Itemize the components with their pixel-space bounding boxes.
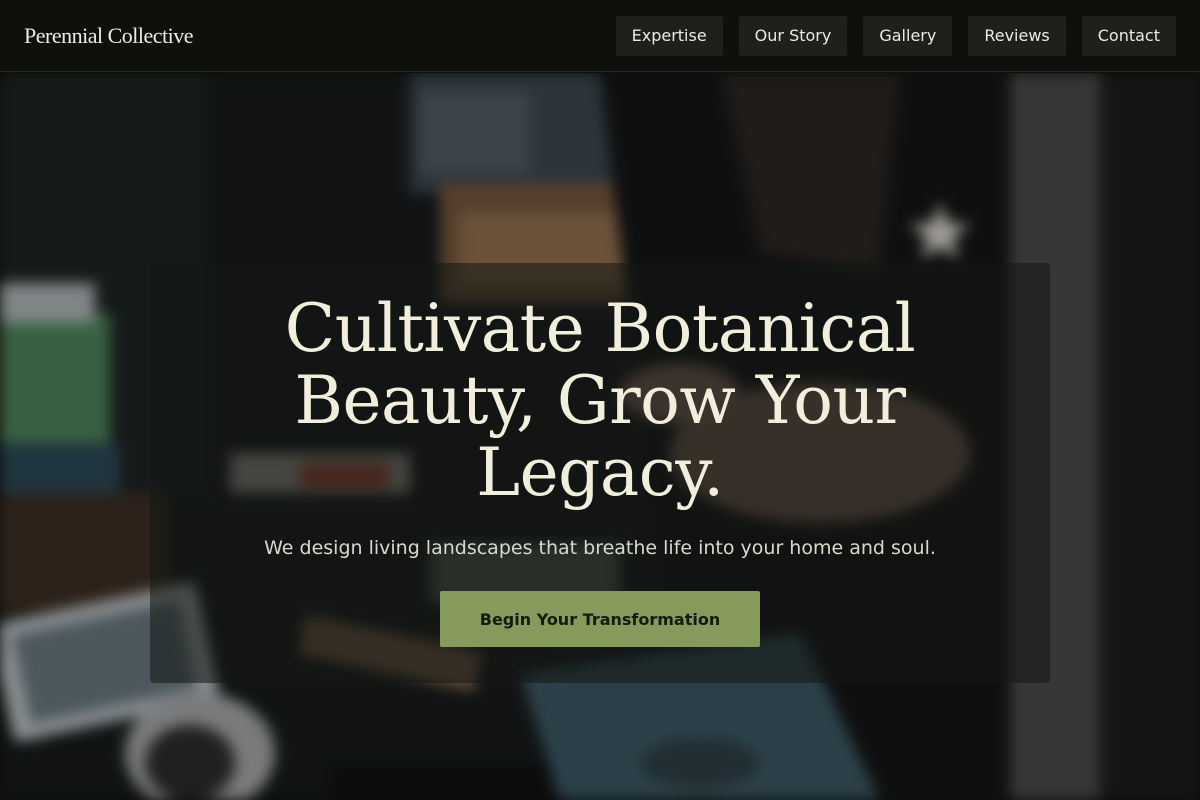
- page: Perennial Collective Expertise Our Story…: [0, 0, 1200, 800]
- nav-item-expertise[interactable]: Expertise: [615, 15, 723, 56]
- nav-item-gallery[interactable]: Gallery: [863, 15, 953, 56]
- main-nav: Expertise Our Story Gallery Reviews Cont…: [615, 15, 1176, 56]
- hero-subtitle: We design living landscapes that breathe…: [264, 537, 936, 559]
- hero-section: Cultivate Botanical Beauty, Grow Your Le…: [0, 73, 1200, 800]
- nav-item-contact[interactable]: Contact: [1081, 15, 1176, 56]
- hero-card: Cultivate Botanical Beauty, Grow Your Le…: [150, 263, 1050, 683]
- nav-item-reviews[interactable]: Reviews: [968, 15, 1066, 56]
- site-header: Perennial Collective Expertise Our Story…: [0, 0, 1200, 72]
- begin-transformation-button[interactable]: Begin Your Transformation: [439, 591, 761, 647]
- hero-title: Cultivate Botanical Beauty, Grow Your Le…: [284, 290, 916, 511]
- nav-item-our-story[interactable]: Our Story: [738, 15, 848, 56]
- brand-logo[interactable]: Perennial Collective: [24, 23, 194, 49]
